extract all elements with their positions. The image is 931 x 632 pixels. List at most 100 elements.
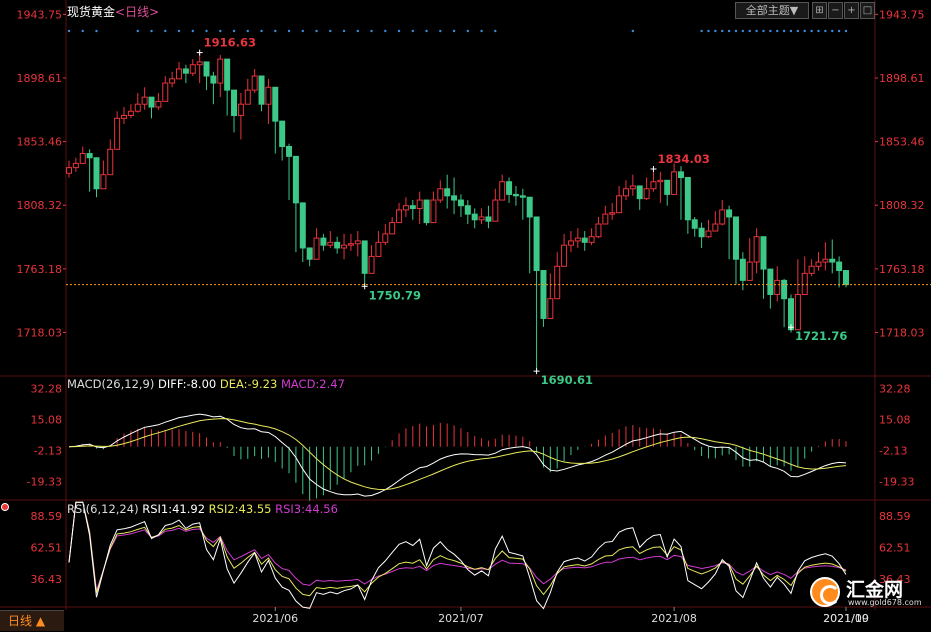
price-tick-right: 1898.61: [879, 72, 925, 85]
signal-dot: [370, 29, 373, 33]
signal-dot: [796, 29, 800, 33]
candle-body: [107, 148, 114, 176]
signal-dot: [95, 29, 98, 33]
rsi1-value: RSI1:41.92: [142, 502, 206, 516]
signal-dot: [287, 29, 291, 33]
macd-tick-left: 32.28: [31, 383, 63, 396]
candle-body: [629, 185, 636, 190]
signal-dot: [707, 29, 710, 33]
candle-body: [547, 298, 554, 319]
price-tick-right: 1763.18: [879, 263, 925, 276]
candle-body: [822, 258, 829, 263]
candle-body: [671, 171, 678, 195]
candle-body: [781, 279, 788, 300]
candle-body: [334, 241, 341, 249]
rsi-name: RSI(6,12,24): [67, 502, 139, 516]
signal-dot: [439, 29, 442, 33]
candle-body: [767, 268, 774, 295]
candle-body: [471, 213, 478, 221]
candle-body: [237, 103, 244, 116]
candle-body: [540, 270, 547, 319]
signal-dot: [837, 29, 841, 33]
indicator-settings-dot[interactable]: [1, 503, 9, 511]
extreme-label: 1916.63: [204, 36, 256, 50]
signal-dot: [397, 29, 401, 33]
plus-icon[interactable]: +: [844, 2, 859, 19]
signal-dot: [824, 29, 827, 33]
minus-icon[interactable]: −: [828, 2, 843, 19]
logo-icon: [810, 577, 840, 607]
candle-body: [643, 188, 650, 200]
signal-dot: [191, 29, 194, 33]
extreme-label: 1834.03: [657, 152, 709, 166]
instrument-name: 现货黄金: [67, 5, 116, 19]
theme-button[interactable]: 全部主题▼: [735, 2, 809, 19]
candle-body: [705, 230, 712, 238]
candle-body: [279, 120, 286, 147]
extreme-label: 1690.61: [541, 373, 593, 387]
candle-body: [829, 258, 836, 263]
gold678-logo: 汇金网 www.gold678.com: [806, 575, 926, 609]
candle-body: [189, 64, 196, 74]
signal-dot: [734, 29, 738, 33]
candle-body: [430, 199, 437, 224]
macd-tick-left: 15.08: [31, 414, 63, 427]
signal-dot: [803, 29, 806, 33]
price-tick-left: 1808.32: [17, 199, 63, 212]
signal-dot: [411, 29, 415, 33]
candle-body: [485, 216, 492, 222]
candle-body: [396, 209, 403, 224]
candle-body: [224, 58, 231, 91]
chart-canvas: 1943.75 1943.75 1898.61 1898.61 1853.46 1853.…: [0, 0, 931, 625]
logo-url: www.gold678.com: [848, 598, 922, 607]
signal-dot: [177, 29, 181, 33]
macd-tick-right: -19.33: [879, 475, 914, 488]
signal-dot: [769, 29, 772, 33]
candle-body: [389, 222, 396, 235]
signal-dot: [301, 29, 304, 33]
signal-dot: [480, 29, 483, 33]
signal-dot: [817, 29, 820, 33]
candle-body: [739, 258, 746, 281]
signal-dot: [721, 29, 724, 33]
price-tick-left: 1763.18: [17, 263, 63, 276]
grid-icon[interactable]: ⊞: [812, 2, 827, 19]
candle-body: [203, 61, 210, 77]
candle-body: [368, 255, 375, 274]
rsi2-value: RSI2:43.55: [208, 502, 272, 516]
signal-dot: [844, 29, 848, 33]
candle-body: [609, 212, 616, 215]
signal-dot: [67, 29, 71, 33]
rsi2-line: [68, 501, 847, 597]
candle-body: [306, 247, 313, 260]
candle-body: [451, 195, 458, 201]
window-icon[interactable]: □: [860, 2, 875, 19]
signal-dot: [342, 29, 346, 33]
rsi-tick-left: 36.43: [31, 573, 63, 586]
candle-body: [231, 89, 238, 116]
period-label[interactable]: <日线>: [115, 5, 159, 19]
signal-dot: [810, 29, 813, 33]
candle-body: [774, 279, 781, 295]
macd-tick-right: -2.13: [879, 445, 907, 458]
candle-body: [244, 89, 251, 105]
diff-line: [68, 413, 847, 497]
candle-body: [691, 219, 698, 229]
candle-body: [664, 179, 671, 195]
price-tick-left: 1853.46: [17, 136, 63, 149]
candle-body: [217, 58, 224, 84]
candle-body: [650, 181, 657, 190]
candle-body: [753, 236, 760, 263]
signal-dot: [164, 29, 167, 33]
candle-body: [478, 216, 485, 221]
period-tab[interactable]: 日线 ▲: [0, 610, 64, 631]
candle-body: [657, 179, 664, 183]
price-tick-left: 1898.61: [17, 72, 63, 85]
macd-name: MACD(26,12,9): [67, 377, 155, 391]
candle-body: [622, 188, 629, 197]
rsi1-line: [68, 501, 847, 610]
price-tick-right: 1943.75: [879, 8, 925, 21]
candle-body: [712, 223, 719, 232]
signal-dot: [748, 29, 751, 33]
price-tick-right: 1718.03: [879, 326, 925, 339]
